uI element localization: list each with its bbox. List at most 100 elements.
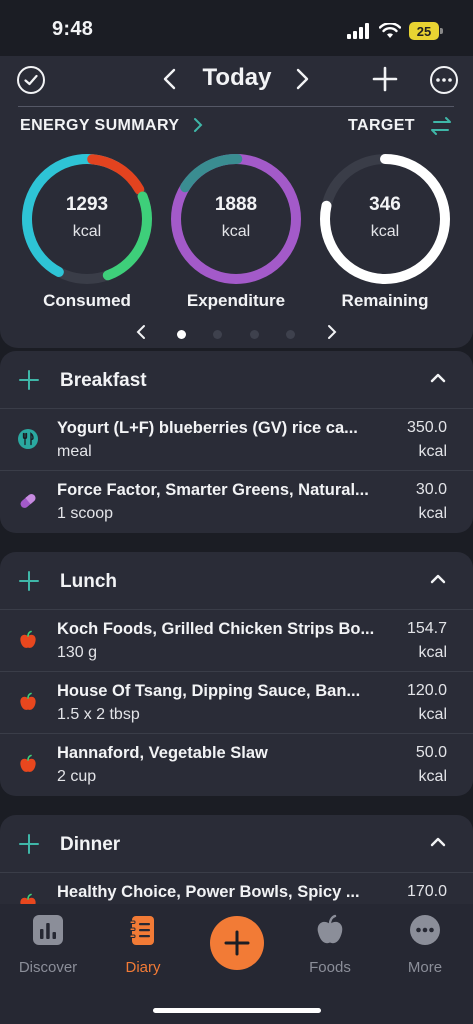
tab-more[interactable]: More [379,914,471,976]
pager-dot-2[interactable] [213,330,222,339]
bar-chart-icon [33,915,63,945]
food-calories: 154.7 [406,620,447,637]
pager-dot-1[interactable] [177,330,186,339]
food-amount: 130 g [57,644,98,661]
tab-diary[interactable]: Diary [97,914,189,976]
food-calories: 170.0 [406,883,447,900]
food-calorie-unit: kcal [418,706,447,723]
add-breakfast-button[interactable] [19,370,39,390]
check-circle-button[interactable] [17,66,45,94]
meal-header-dinner[interactable]: Dinner [0,815,473,873]
summary-row: ENERGY SUMMARY TARGET [0,114,473,140]
consumed-unit: kcal [72,223,102,240]
meal-header-breakfast[interactable]: Breakfast [0,351,473,409]
cellular-signal-icon [347,23,369,39]
plus-icon [224,930,250,956]
remaining-ring[interactable]: 346 kcal [318,152,452,286]
status-icons: 25 [347,22,443,40]
food-calorie-unit: kcal [418,505,447,522]
meal-header-lunch[interactable]: Lunch [0,552,473,610]
food-amount: 2 cup [57,768,97,785]
remaining-unit: kcal [370,223,400,240]
food-calories: 120.0 [406,682,447,699]
tab-bar: Discover Diary Foods More [0,904,473,1024]
apple-icon [317,914,343,944]
remaining-label: Remaining [341,291,429,310]
food-name: Yogurt (L+F) blueberries (GV) rice ca... [57,419,358,437]
target-label[interactable]: TARGET [348,117,415,135]
swap-arrows-icon[interactable] [428,116,454,136]
header-divider [18,106,454,107]
add-lunch-button[interactable] [19,571,39,591]
meal-card-lunch: Lunch Koch Foods, Grilled Chicken Strips… [0,552,473,796]
tab-discover[interactable]: Discover [2,914,94,976]
meal-title: Lunch [60,571,117,592]
food-name: Healthy Choice, Power Bowls, Spicy ... [57,883,360,901]
fork-knife-icon [18,429,38,449]
pager-prev-button[interactable] [135,324,147,340]
collapse-caret-icon[interactable] [430,373,446,383]
energy-summary-card: Today ENERGY SUMMARY TARGET 1293 kcal Co… [0,56,473,348]
food-amount: meal [57,443,92,460]
consumed-label: Consumed [43,291,131,310]
more-options-button[interactable] [430,66,458,94]
prev-day-button[interactable] [162,68,178,90]
pager-dot-3[interactable] [250,330,259,339]
meal-title: Breakfast [60,370,147,391]
ellipsis-icon [436,78,452,82]
food-row[interactable]: House Of Tsang, Dipping Sauce, Ban... 1.… [0,672,473,734]
add-dinner-button[interactable] [19,834,39,854]
date-nav: Today [0,56,473,104]
expenditure-value: 1888 [214,194,258,215]
tab-label: Foods [309,959,351,976]
food-calories: 350.0 [406,419,447,436]
consumed-value: 1293 [65,194,109,215]
food-calorie-unit: kcal [418,644,447,661]
remaining-value: 346 [369,194,401,215]
apple-icon [20,754,36,772]
energy-summary-label[interactable]: ENERGY SUMMARY [20,117,179,135]
summary-pager [0,322,473,342]
collapse-caret-icon[interactable] [430,837,446,847]
consumed-ring[interactable]: 1293 kcal [20,152,154,286]
food-calorie-unit: kcal [418,768,447,785]
food-name: Hannaford, Vegetable Slaw [57,744,268,762]
tab-label: Diary [125,959,161,976]
food-amount: 1.5 x 2 tbsp [57,706,140,723]
home-indicator [153,1008,321,1013]
food-row[interactable]: Force Factor, Smarter Greens, Natural...… [0,471,473,533]
pager-dot-4[interactable] [286,330,295,339]
date-title[interactable]: Today [186,64,288,92]
tab-label: More [407,959,443,976]
wifi-icon [379,23,401,38]
meal-card-breakfast: Breakfast Yogurt (L+F) blueberries (GV) … [0,351,473,533]
food-name: House Of Tsang, Dipping Sauce, Ban... [57,682,361,700]
food-name: Force Factor, Smarter Greens, Natural... [57,481,369,499]
more-icon [410,915,440,945]
tab-label: Discover [18,959,78,976]
food-calorie-unit: kcal [418,443,447,460]
tab-foods[interactable]: Foods [284,914,376,976]
food-amount: 1 scoop [57,505,114,522]
next-day-button[interactable] [294,68,310,90]
pager-next-button[interactable] [326,324,338,340]
pill-icon [20,494,36,508]
status-bar: 9:48 25 [0,0,473,56]
add-button[interactable] [372,66,398,92]
expenditure-ring[interactable]: 1888 kcal [169,152,303,286]
collapse-caret-icon[interactable] [430,574,446,584]
expenditure-label: Expenditure [186,291,286,310]
meal-title: Dinner [60,834,121,855]
battery-icon: 25 [409,22,443,40]
food-row[interactable]: Hannaford, Vegetable Slaw 2 cup 50.0 kca… [0,734,473,796]
notebook-icon [129,916,154,945]
quick-add-button[interactable] [210,916,264,970]
status-time: 9:48 [52,18,94,40]
chevron-right-icon[interactable] [192,117,204,133]
apple-icon [20,692,36,710]
food-row[interactable]: Yogurt (L+F) blueberries (GV) rice ca...… [0,409,473,471]
apple-icon [20,630,36,648]
food-calories: 50.0 [415,744,447,761]
food-row[interactable]: Koch Foods, Grilled Chicken Strips Bo...… [0,610,473,672]
food-calories: 30.0 [415,481,447,498]
